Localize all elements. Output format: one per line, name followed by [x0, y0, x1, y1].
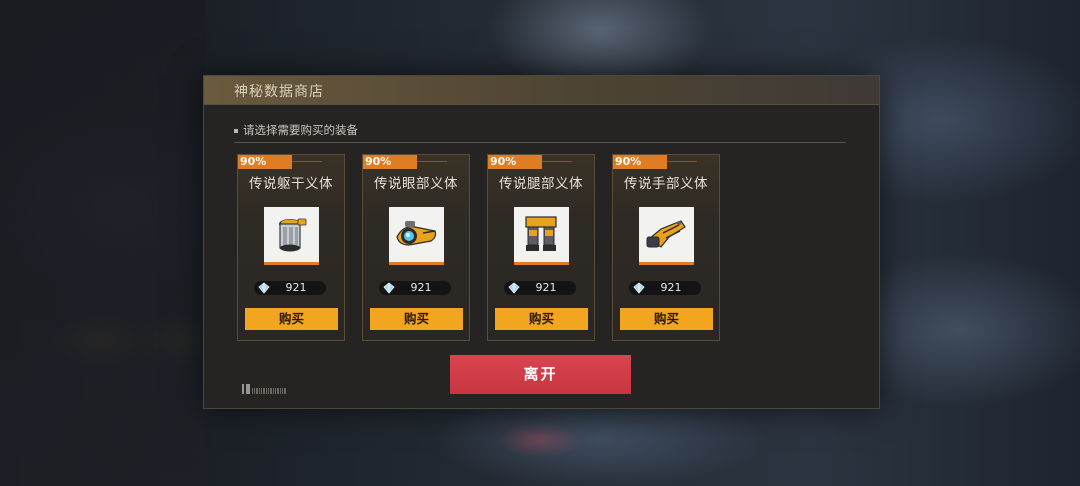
buy-button[interactable]: 购买 — [370, 308, 463, 330]
dialog-title: 神秘数据商店 — [234, 84, 324, 100]
price-tag: 921 — [254, 281, 326, 295]
item-image[interactable] — [389, 207, 444, 265]
section-heading: 请选择需要购买的装备 — [234, 122, 358, 138]
shop-item-card: 90% 传说腿部义体 921 购买 — [487, 154, 595, 341]
buy-button[interactable]: 购买 — [245, 308, 338, 330]
badge-divider — [542, 161, 572, 162]
price-tag: 921 — [379, 281, 451, 295]
badge-divider — [292, 161, 322, 162]
shop-item-card: 90% 传说手部义体 921 购买 — [612, 154, 720, 341]
crystal-gem-icon — [508, 282, 520, 294]
section-marker-icon — [234, 128, 238, 133]
discount-badge: 90% — [613, 155, 667, 169]
item-image[interactable] — [264, 207, 319, 265]
buy-button[interactable]: 购买 — [495, 308, 588, 330]
item-image[interactable] — [514, 207, 569, 265]
crystal-gem-icon — [633, 282, 645, 294]
discount-badge: 90% — [488, 155, 542, 169]
section-label-text: 请选择需要购买的装备 — [243, 123, 358, 137]
dialog-titlebar: 神秘数据商店 — [204, 76, 879, 105]
price-value: 921 — [285, 281, 307, 294]
badge-divider — [417, 161, 447, 162]
crystal-gem-icon — [383, 282, 395, 294]
shop-item-card: 90% 传说眼部义体 921 购买 — [362, 154, 470, 341]
item-name: 传说眼部义体 — [374, 176, 458, 192]
item-name: 传说躯干义体 — [249, 176, 333, 192]
background-side-panel — [0, 0, 205, 486]
price-tag: 921 — [504, 281, 576, 295]
leave-button[interactable]: 离开 — [450, 355, 631, 394]
price-value: 921 — [410, 281, 432, 294]
barcode-decoration — [242, 384, 286, 394]
discount-badge: 90% — [238, 155, 292, 169]
shop-dialog: 神秘数据商店 请选择需要购买的装备 90% 传说躯干义体 921 购买 90% … — [203, 75, 880, 409]
item-name: 传说腿部义体 — [499, 176, 583, 192]
crystal-gem-icon — [258, 282, 270, 294]
price-value: 921 — [535, 281, 557, 294]
eye-implant-icon — [396, 221, 437, 246]
item-image[interactable] — [639, 207, 694, 265]
item-name: 传说手部义体 — [624, 176, 708, 192]
price-tag: 921 — [629, 281, 701, 295]
badge-divider — [667, 161, 697, 162]
torso-implant-icon — [279, 218, 307, 252]
hand-implant-icon — [646, 220, 686, 248]
section-divider — [234, 142, 846, 143]
price-value: 921 — [660, 281, 682, 294]
discount-badge: 90% — [363, 155, 417, 169]
shop-item-card: 90% 传说躯干义体 921 购买 — [237, 154, 345, 341]
buy-button[interactable]: 购买 — [620, 308, 713, 330]
leg-implant-icon — [525, 216, 557, 251]
